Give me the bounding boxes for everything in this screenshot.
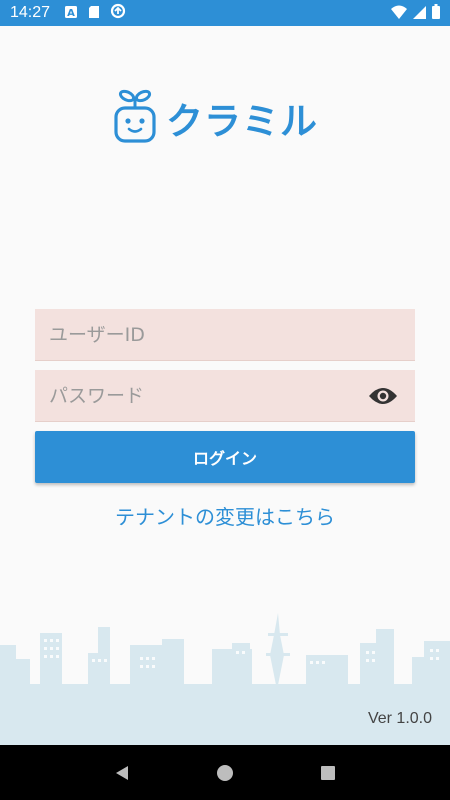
robot-mascot-icon (112, 88, 158, 148)
eye-icon[interactable] (366, 382, 400, 410)
back-icon[interactable] (102, 753, 142, 793)
user-id-input[interactable] (35, 309, 415, 361)
city-skyline-illustration (0, 605, 450, 685)
change-tenant-link[interactable]: テナントの変更はこちら (0, 501, 450, 530)
login-button[interactable]: ログイン (35, 431, 415, 483)
wifi-icon (391, 4, 407, 23)
version-label: Ver 1.0.0 (367, 710, 432, 727)
signal-icon (413, 4, 426, 23)
battery-icon (432, 3, 440, 23)
status-time: 14:27 (10, 4, 51, 21)
sd-card-icon (88, 4, 100, 23)
status-right-group (391, 3, 440, 23)
status-bar: 14:27 A (0, 0, 450, 26)
system-nav-bar (0, 745, 450, 800)
text-a-icon: A (64, 4, 78, 23)
home-icon[interactable] (205, 753, 245, 793)
data-saver-icon (110, 3, 126, 23)
svg-text:A: A (67, 8, 75, 19)
password-input[interactable] (35, 370, 415, 422)
app-logo: クラミル (112, 88, 338, 148)
recents-icon[interactable] (308, 753, 348, 793)
logo-wordmark: クラミル (166, 100, 318, 143)
